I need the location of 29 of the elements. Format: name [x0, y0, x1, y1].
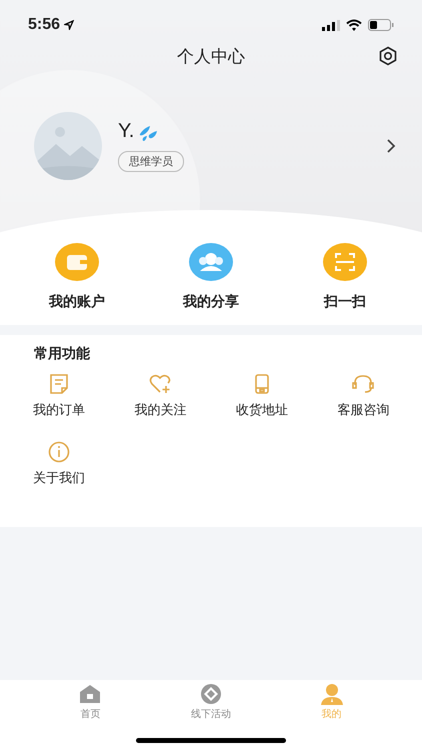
scan-icon[interactable] [323, 243, 367, 281]
signal-icon [322, 20, 340, 30]
headset-icon [352, 373, 374, 395]
page-title: 个人中心 [177, 46, 245, 68]
battery-icon [368, 19, 394, 31]
user-name: Y. [118, 120, 134, 143]
note-icon [48, 373, 70, 395]
quick-action-button[interactable]: 扫一扫 [290, 243, 400, 315]
section-title: 常用功能 [33, 345, 91, 363]
people-icon[interactable] [189, 243, 233, 281]
location-arrow-icon [64, 20, 74, 30]
menu-item[interactable]: 我的订单 [8, 373, 110, 419]
user-icon [320, 683, 344, 705]
menu-item[interactable]: 收货地址 [211, 373, 312, 419]
member-tag: 思维学员 [118, 151, 184, 172]
quick-action-button[interactable]: 我的分享 [156, 243, 266, 315]
quick-action-button[interactable]: 我的账户 [22, 243, 132, 315]
home-icon [78, 683, 102, 705]
chevron-right-icon[interactable] [386, 138, 396, 154]
settings-icon[interactable] [378, 46, 398, 66]
menu-item[interactable]: 关于我们 [8, 441, 110, 487]
wallet-icon[interactable] [55, 243, 99, 281]
menu-item[interactable]: 我的关注 [110, 373, 211, 419]
status-time: 5:56 [28, 16, 60, 34]
info-icon [48, 441, 70, 463]
heart-plus-icon [149, 373, 172, 395]
menu-item[interactable]: 客服咨询 [312, 373, 414, 419]
wifi-icon [346, 19, 362, 31]
tab-item[interactable]: 首页 [45, 680, 136, 750]
